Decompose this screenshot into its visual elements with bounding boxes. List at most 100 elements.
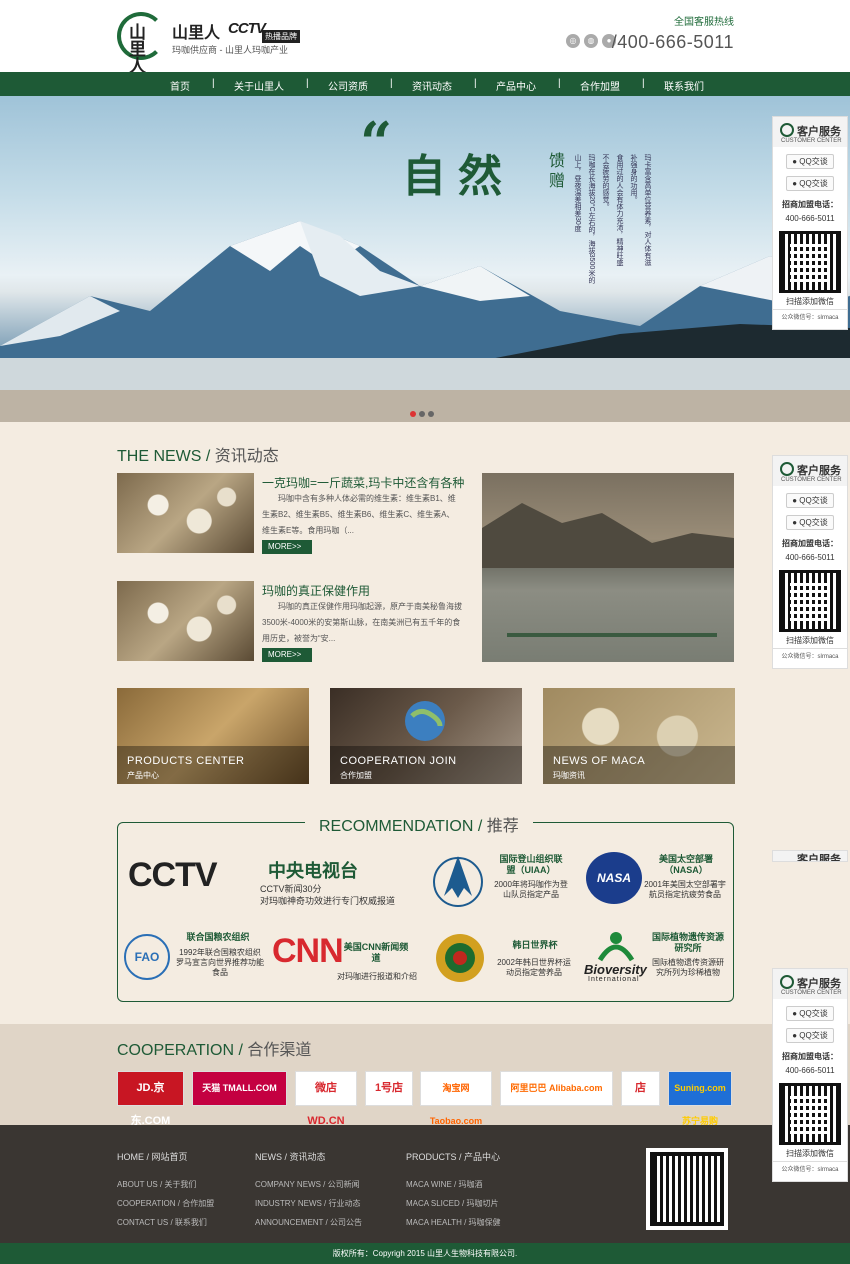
shop-logo[interactable]: 1号店 bbox=[365, 1071, 413, 1106]
qq-chat-button[interactable]: ● QQ交谈 bbox=[786, 1028, 834, 1043]
banner-subtitle: 馈赠 bbox=[546, 152, 563, 192]
wechat-id: 公众微信号：slrmaca bbox=[773, 648, 847, 660]
hotline-label: 招商加盟电话： bbox=[782, 539, 838, 548]
weibo-icon[interactable]: ◎ bbox=[566, 34, 580, 48]
qq-chat-button[interactable]: ● QQ交谈 bbox=[786, 515, 834, 530]
cnn-desc: 对玛咖进行报道和介绍 bbox=[337, 972, 417, 981]
title-cn: 合作渠道 bbox=[247, 1042, 312, 1059]
more-button[interactable]: MORE>> bbox=[262, 540, 312, 554]
fao-desc: 1992年联合国粮农组织罗马宣言向世界推荐功能食品 bbox=[176, 948, 264, 977]
products-center-card[interactable]: PRODUCTS CENTER 产品中心 bbox=[117, 688, 309, 784]
nav-products[interactable]: 产品中心 bbox=[496, 78, 536, 93]
footer-link-cooperation[interactable]: COOPERATION / 合作加盟 bbox=[117, 1198, 214, 1209]
widget-title: 客户服务 bbox=[797, 465, 841, 477]
recommendation-title: RECOMMENDATION / 推荐 bbox=[305, 812, 533, 836]
banner-text-line: 玛卡富含高单位营养素，对人体有滋 bbox=[644, 154, 651, 266]
uiaa-title: 国际登山组织联盟（UIAA） bbox=[499, 854, 563, 875]
news-thumbnail[interactable] bbox=[117, 581, 254, 661]
nav-separator: | bbox=[642, 78, 645, 89]
shop-logo[interactable]: 微店 WD.CN bbox=[295, 1071, 357, 1127]
hotline-number: 400-666-5011 bbox=[785, 1066, 835, 1075]
carousel-dot[interactable] bbox=[419, 411, 425, 417]
qq-label: QQ交谈 bbox=[799, 179, 828, 188]
shop-logo[interactable]: 阿里巴巴 Alibaba.com bbox=[500, 1071, 613, 1106]
widget-header: 客户服务 bbox=[773, 851, 847, 861]
footer-link-maca-wine[interactable]: MACA WINE / 玛咖酒 bbox=[406, 1179, 482, 1190]
cooperation-join-card[interactable]: COOPERATION JOIN 合作加盟 bbox=[330, 688, 522, 784]
title-cn: 资讯动态 bbox=[214, 448, 279, 465]
service-icon bbox=[780, 123, 794, 137]
wechat-id: 公众微信号：slrmaca bbox=[773, 309, 847, 321]
qq-chat-button[interactable]: ● QQ交谈 bbox=[786, 154, 834, 169]
nav-cooperation[interactable]: 合作加盟 bbox=[580, 78, 620, 93]
shop-logo[interactable]: JD.京东.COM bbox=[117, 1071, 184, 1127]
nav-qualification[interactable]: 公司资质 bbox=[328, 78, 368, 93]
card-title-cn: 合作加盟 bbox=[340, 771, 372, 780]
cctv-title: 中央电视台 bbox=[268, 861, 358, 881]
bioversity-desc: 国际植物遗传资源研究所列为珍稀植物 bbox=[652, 958, 724, 977]
news-thumbnail[interactable] bbox=[117, 473, 254, 553]
hero-banner[interactable]: “ 自然 馈赠 山上，昼夜温差相差30度 玛咖在长海拔20°C左右的，海拔350… bbox=[0, 96, 850, 422]
banner-text-line: 不会疲劳的感觉。 bbox=[602, 154, 609, 210]
footer-link-maca-health[interactable]: MACA HEALTH / 玛咖保健 bbox=[406, 1217, 501, 1228]
service-icon bbox=[780, 462, 794, 476]
nav-contact[interactable]: 联系我们 bbox=[664, 78, 704, 93]
scan-label: 扫描添加微信 bbox=[786, 1149, 834, 1158]
hotline-number: 400-666-5011 bbox=[785, 553, 835, 562]
footer-link-announcement[interactable]: ANNOUNCEMENT / 公司公告 bbox=[255, 1217, 362, 1228]
cctv-logo: CCTV bbox=[228, 20, 266, 37]
news-summary: 玛咖的真正保健作用玛咖起源，原产于南美秘鲁海拔3500米-4000米的安第斯山脉… bbox=[262, 602, 462, 643]
news-title[interactable]: 玛咖的真正保健作用 bbox=[262, 582, 370, 599]
nasa-desc: 2001年美国太空部署宇航员指定抗疲劳食品 bbox=[644, 880, 726, 899]
banner-text-line: 食用过的人会有体力充沛，精神旺盛 bbox=[616, 154, 623, 266]
news-title[interactable]: 一克玛咖=一斤蔬菜,玛卡中还含有各种 bbox=[262, 474, 464, 491]
banner-text-line: 补强身的功用。 bbox=[630, 154, 637, 203]
footer-head-products[interactable]: PRODUCTS / 产品中心 bbox=[406, 1150, 500, 1163]
uiaa-logo-icon bbox=[433, 856, 483, 907]
qq-chat-button[interactable]: ● QQ交谈 bbox=[786, 1006, 834, 1021]
shop-logo[interactable]: 天猫 TMALL.COM bbox=[192, 1071, 287, 1106]
nav-separator: | bbox=[390, 78, 393, 89]
footer-link-about[interactable]: ABOUT US / 关于我们 bbox=[117, 1179, 196, 1190]
shop-logo[interactable]: 店 bbox=[621, 1071, 660, 1106]
carousel-dot[interactable] bbox=[428, 411, 434, 417]
brand-name[interactable]: 山里人 bbox=[172, 19, 220, 43]
nav-separator: | bbox=[212, 78, 215, 89]
nav-separator: | bbox=[306, 78, 309, 89]
wechat-id: 公众微信号：slrmaca bbox=[773, 1161, 847, 1173]
widget-subtitle: CUSTOMER CENTER bbox=[781, 138, 842, 144]
cnn-title: 美国CNN新闻频道 bbox=[343, 942, 409, 963]
qq-label: QQ交谈 bbox=[799, 157, 828, 166]
wechat-qr-code bbox=[779, 1083, 841, 1145]
footer-link-maca-sliced[interactable]: MACA SLICED / 玛咖切片 bbox=[406, 1198, 498, 1209]
footer-link-company-news[interactable]: COMPANY NEWS / 公司新闻 bbox=[255, 1179, 360, 1190]
logo-icon[interactable]: 山里人 bbox=[117, 12, 165, 76]
news-section-title: THE NEWS / 资讯动态 bbox=[117, 448, 279, 465]
fao-logo: FAO bbox=[124, 934, 170, 980]
news-of-maca-card[interactable]: NEWS OF MACA 玛咖资讯 bbox=[543, 688, 735, 784]
shop-logo[interactable]: Suning.com 苏宁易购 bbox=[668, 1071, 732, 1126]
quote-mark: “ bbox=[360, 110, 393, 176]
footer-head-home[interactable]: HOME / 网站首页 bbox=[117, 1150, 188, 1163]
footer-head-news[interactable]: NEWS / 资讯动态 bbox=[255, 1150, 326, 1163]
wechat-icon[interactable]: ◍ bbox=[584, 34, 598, 48]
nav-separator: | bbox=[558, 78, 561, 89]
footer-link-industry-news[interactable]: INDUSTRY NEWS / 行业动态 bbox=[255, 1198, 361, 1209]
featured-lake-image[interactable] bbox=[482, 473, 734, 662]
nav-news[interactable]: 资讯动态 bbox=[412, 78, 452, 93]
qq-chat-button[interactable]: ● QQ交谈 bbox=[786, 176, 834, 191]
copyright: 版权所有：Copyrigh 2015 山里人生物科技有限公司. bbox=[0, 1243, 850, 1264]
qq-chat-button[interactable]: ● QQ交谈 bbox=[786, 493, 834, 508]
customer-service-widget: 客户服务 CUSTOMER CENTER ● QQ交谈 ● QQ交谈 招商加盟电话… bbox=[772, 968, 848, 1182]
hotline-phone: /400-666-5011 bbox=[611, 32, 734, 52]
footer-qr-code bbox=[646, 1148, 728, 1230]
nav-home[interactable]: 首页 bbox=[170, 78, 190, 93]
carousel-dot[interactable] bbox=[410, 411, 416, 417]
bioversity-title: 国际植物遗传资源研究所 bbox=[652, 932, 725, 953]
shop-logo[interactable]: 淘宝网 Taobao.com bbox=[420, 1071, 492, 1126]
more-button[interactable]: MORE>> bbox=[262, 648, 312, 662]
banner-title: 自然 bbox=[402, 151, 514, 202]
nav-about[interactable]: 关于山里人 bbox=[234, 78, 284, 93]
footer-link-contact[interactable]: CONTACT US / 联系我们 bbox=[117, 1217, 207, 1228]
worldcup-desc: 2002年韩日世界杯运动员指定营养品 bbox=[497, 958, 571, 977]
